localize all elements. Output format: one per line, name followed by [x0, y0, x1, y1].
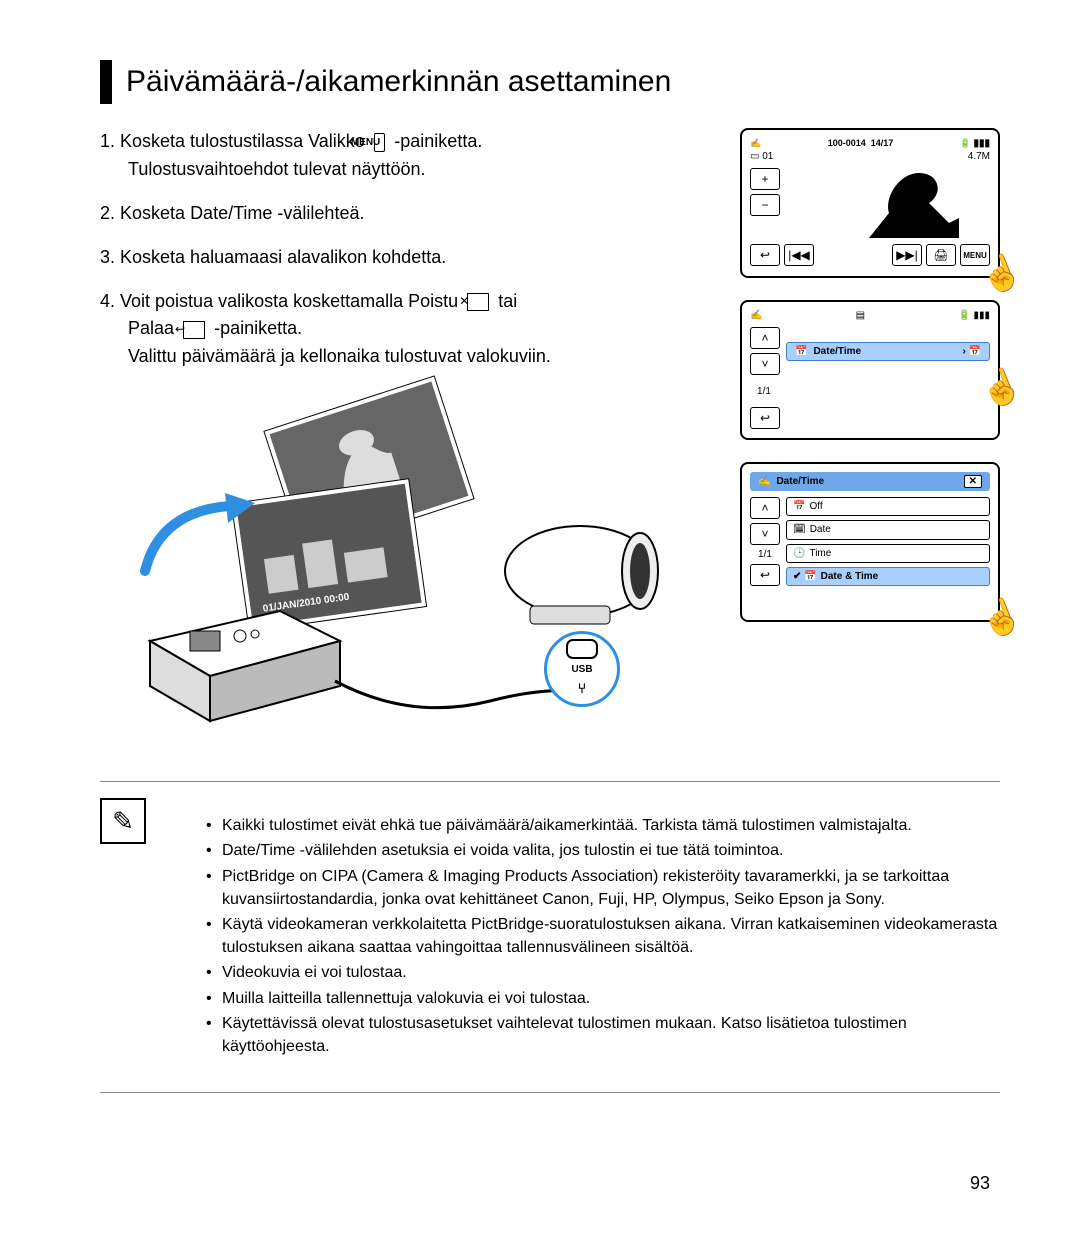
tap-hand-icon: ☝: [974, 592, 1027, 644]
option-date-and-time[interactable]: ✔ 📅Date & Time: [786, 567, 990, 586]
hand-icon-small: ✍: [750, 138, 761, 149]
hand-icon-small: ✍: [750, 310, 762, 321]
page-title: Päivämäärä-/aikamerkinnän asettaminen: [126, 65, 671, 99]
back-button[interactable]: ↩: [750, 244, 780, 266]
arrow-icon: [130, 491, 260, 581]
menu-screen: ✍ ▤ 🔋 ▮▮▮ ˄ ˅ 📅Date/Time› 📅 1/1: [740, 300, 1000, 440]
up-button[interactable]: ˄: [750, 497, 780, 519]
menu-chip-icon: MENU: [374, 133, 385, 153]
list-icon: ▤: [856, 310, 865, 321]
next-button[interactable]: ▶▶|: [892, 244, 922, 266]
instruction-column: 1. Kosketa tulostustilassa Valikko MENU …: [100, 128, 710, 741]
usb-callout: USB ⑂: [544, 631, 620, 707]
return-icon: ↩: [183, 321, 205, 339]
screenshot-column: ✍ 100-0014 14/17 🔋 ▮▮▮ ▭ 01 4.7M + −: [740, 128, 1000, 741]
step4-e: Valittu päivämäärä ja kellonaika tulostu…: [128, 346, 551, 366]
plus-button[interactable]: +: [750, 168, 780, 190]
notes-section: ✎ Kaikki tulostimet eivät ehkä tue päivä…: [100, 781, 1000, 1093]
close-icon: ✕: [467, 293, 489, 311]
camcorder-illustration: [490, 511, 670, 651]
usb-label: USB: [571, 662, 592, 678]
note-item: Käytettävissä olevat tulostusasetukset v…: [206, 1012, 1000, 1058]
down-button[interactable]: ˅: [750, 353, 780, 375]
file-count: 14/17: [871, 138, 894, 148]
step2-c: -välilehteä.: [272, 203, 364, 223]
minus-button[interactable]: −: [750, 194, 780, 216]
hand-icon-small: ✍: [758, 476, 770, 487]
usb-port-icon: [566, 639, 598, 659]
connection-diagram: 01/JAN/2010 00:00: [100, 401, 710, 741]
note-item: PictBridge on CIPA (Camera & Imaging Pro…: [206, 865, 1000, 911]
note-item: Käytä videokameran verkkolaitetta PictBr…: [206, 913, 1000, 959]
preview-image: [788, 168, 990, 238]
note-item: Videokuvia ei voi tulostaa.: [206, 961, 1000, 984]
datetime-options-screen: ✍ Date/Time ✕ ˄ ˅ 1/1 ↩ 📅Off 🗓Date 🕒Time: [740, 462, 1000, 622]
up-button[interactable]: ˄: [750, 327, 780, 349]
usb-symbol-icon: ⑂: [578, 678, 586, 700]
page-indicator: 1/1: [750, 549, 780, 560]
step2-b: Date/Time: [190, 203, 272, 223]
copies: 01: [762, 151, 773, 162]
step1-b: -painiketta.: [394, 131, 482, 151]
note-item: Muilla laitteilla tallennettuja valokuvi…: [206, 987, 1000, 1010]
step4-d: -painiketta.: [214, 318, 302, 338]
prev-button[interactable]: |◀◀: [784, 244, 814, 266]
option-date[interactable]: 🗓Date: [786, 520, 990, 539]
step1-a: 1. Kosketa tulostustilassa Valikko: [100, 131, 365, 151]
down-button[interactable]: ˅: [750, 523, 780, 545]
step3: 3. Kosketa haluamaasi alavalikon kohdett…: [100, 244, 710, 272]
datetime-menu-item[interactable]: 📅Date/Time› 📅: [786, 342, 990, 361]
step2-a: 2. Kosketa: [100, 203, 190, 223]
back-button[interactable]: ↩: [750, 407, 780, 429]
print-button[interactable]: 🖨: [926, 244, 956, 266]
note-list: Kaikki tulostimet eivät ehkä tue päivämä…: [166, 814, 1000, 1060]
datetime-label: Date/Time: [813, 346, 861, 357]
resolution: 4.7M: [968, 151, 990, 162]
step4-a: 4. Voit poistua valikosta koskettamalla …: [100, 291, 458, 311]
option-time[interactable]: 🕒Time: [786, 544, 990, 563]
datetime-title: Date/Time: [776, 476, 824, 487]
close-button[interactable]: ✕: [964, 475, 982, 488]
option-off[interactable]: 📅Off: [786, 497, 990, 516]
page-number: 93: [970, 1173, 990, 1194]
title-accent-bar: [100, 60, 112, 104]
page-indicator: 1/1: [750, 381, 778, 401]
step4-c: Palaa: [128, 318, 174, 338]
step4-b: tai: [498, 291, 517, 311]
back-button[interactable]: ↩: [750, 564, 780, 586]
step1-c: Tulostusvaihtoehdot tulevat näyttöön.: [128, 159, 426, 179]
printer-illustration: [130, 601, 360, 731]
file-code: 100-0014: [828, 138, 866, 148]
preview-screen: ✍ 100-0014 14/17 🔋 ▮▮▮ ▭ 01 4.7M + −: [740, 128, 1000, 278]
note-icon: ✎: [100, 798, 146, 844]
note-item: Date/Time -välilehden asetuksia ei voida…: [206, 839, 1000, 862]
note-item: Kaikki tulostimet eivät ehkä tue päivämä…: [206, 814, 1000, 837]
